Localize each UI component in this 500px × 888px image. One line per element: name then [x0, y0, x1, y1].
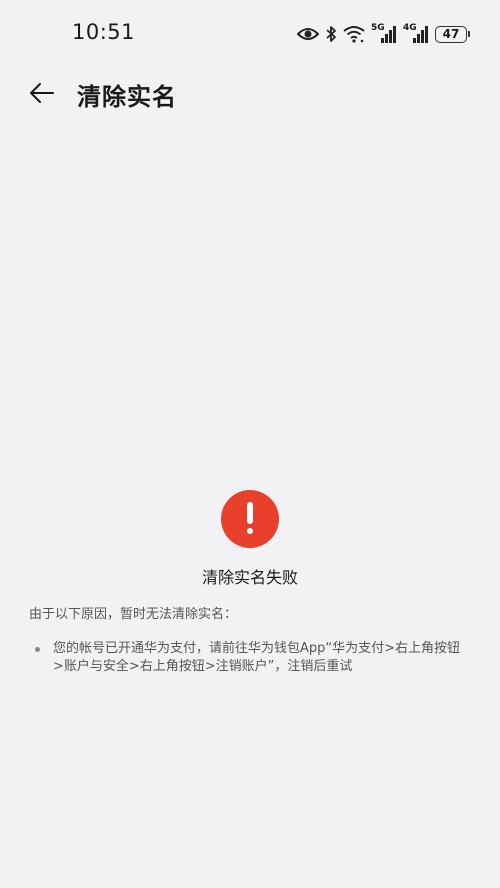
error-icon	[221, 490, 279, 548]
status-time: 10:51	[72, 20, 136, 44]
bluetooth-icon	[325, 25, 337, 43]
eye-comfort-icon	[297, 27, 319, 41]
battery-icon: 47	[435, 25, 470, 43]
app-bar: 清除实名	[0, 66, 500, 122]
reason-text: 您的帐号已开通华为支付，请前往华为钱包App“华为支付>右上角按钮>账户与安全>…	[53, 641, 461, 674]
list-item: 您的帐号已开通华为支付，请前往华为钱包App“华为支付>右上角按钮>账户与安全>…	[29, 640, 469, 676]
result-section: 清除实名失败	[0, 490, 500, 588]
wifi-icon	[343, 25, 365, 43]
signal-5g-icon: 5G	[371, 24, 397, 44]
status-icons: 5G 4G 47	[297, 22, 470, 46]
arrow-left-icon	[30, 83, 54, 103]
reason-intro: 由于以下原因，暂时无法清除实名：	[29, 607, 238, 622]
status-bar: 10:51 5G 4G 47	[0, 0, 500, 66]
bullet-icon	[35, 647, 40, 652]
page-title: 清除实名	[77, 83, 177, 111]
result-title: 清除实名失败	[201, 568, 298, 587]
signal-4g-icon: 4G	[403, 24, 429, 44]
battery-level: 47	[435, 25, 467, 43]
reason-list: 您的帐号已开通华为支付，请前往华为钱包App“华为支付>右上角按钮>账户与安全>…	[29, 640, 469, 676]
back-button[interactable]	[24, 78, 60, 108]
